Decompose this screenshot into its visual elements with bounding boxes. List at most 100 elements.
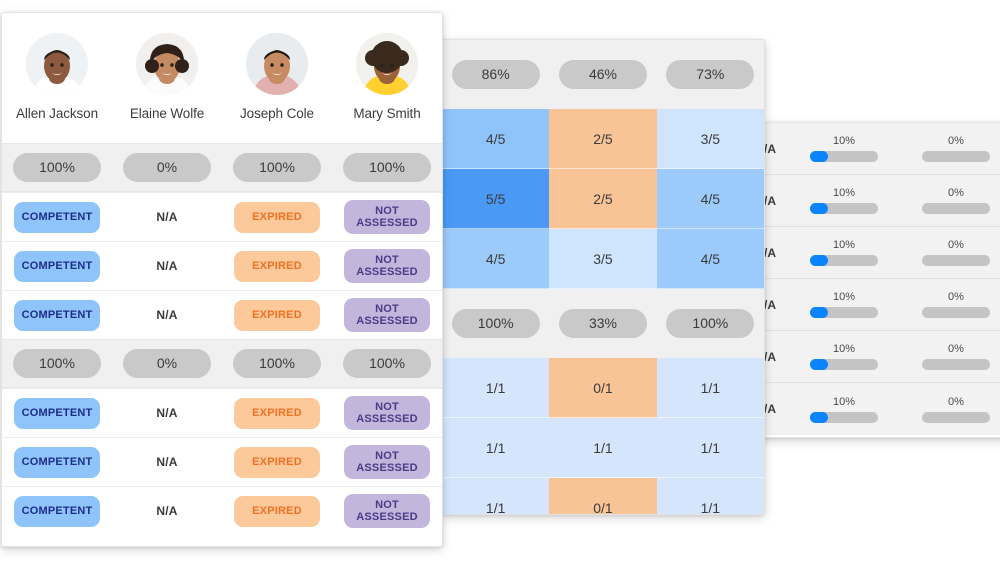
heatmap-score-row: 4/5 2/5 3/5 xyxy=(442,109,764,169)
not-assessed-badge[interactable]: NOT ASSESSED xyxy=(344,494,430,528)
heatmap-score-cell[interactable]: 1/1 xyxy=(442,418,550,478)
progress-bar-fill xyxy=(810,411,828,423)
progress-label: 10% xyxy=(832,239,856,251)
progress-row: /A 10% 0% xyxy=(762,279,1000,331)
avatar-photo-woman-2 xyxy=(356,33,418,95)
expired-badge[interactable]: EXPIRED xyxy=(234,495,320,527)
na-label: N/A xyxy=(156,308,178,322)
progress-row: /A 10% 0% xyxy=(762,383,1000,435)
progress-label: 0% xyxy=(948,395,964,408)
heatmap-score-cell[interactable]: 0/1 xyxy=(549,478,657,514)
na-label: /A xyxy=(764,245,776,260)
person-name: Joseph Cole xyxy=(240,106,314,121)
heatmap-score-cell[interactable]: 0/1 xyxy=(549,358,657,418)
heatmap-score-cell[interactable]: 4/5 xyxy=(442,109,550,169)
heatmap-score-cell[interactable]: 5/5 xyxy=(442,169,550,229)
competent-badge[interactable]: COMPETENT xyxy=(14,446,100,478)
percent-badge: 46% xyxy=(558,60,647,89)
person-card[interactable]: Mary Smith xyxy=(332,33,442,121)
not-assessed-badge[interactable]: NOT ASSESSED xyxy=(344,298,430,332)
competent-badge[interactable]: COMPETENT xyxy=(14,201,100,233)
status-cell: 100% xyxy=(222,153,332,182)
person-card[interactable]: Joseph Cole xyxy=(222,33,332,121)
status-cell: NOT ASSESSED xyxy=(332,494,442,528)
heatmap-score-cell[interactable]: 3/5 xyxy=(656,109,764,169)
expired-badge[interactable]: EXPIRED xyxy=(234,397,320,429)
heatmap-score-cell[interactable]: 4/5 xyxy=(442,229,550,289)
progress-bar[interactable] xyxy=(922,255,990,266)
progress-bar[interactable] xyxy=(922,151,990,162)
heatmap-score-cell[interactable]: 1/1 xyxy=(656,478,764,514)
progress-label: 0% xyxy=(948,239,964,251)
progress-bar-fill xyxy=(810,307,828,318)
person-card[interactable]: Elaine Wolfe xyxy=(112,33,222,121)
heatmap-score-cell[interactable]: 1/1 xyxy=(442,478,550,514)
status-row: COMPETENT N/A EXPIRED NOT ASSESSED xyxy=(2,241,442,290)
competent-badge[interactable]: COMPETENT xyxy=(14,299,100,331)
progress-row: /A 10% 0% xyxy=(762,123,1000,175)
heatmap-score-cell[interactable]: 1/1 xyxy=(656,418,764,478)
progress-bar[interactable] xyxy=(810,151,878,162)
competent-badge[interactable]: COMPETENT xyxy=(14,250,100,282)
competent-badge[interactable]: COMPETENT xyxy=(14,397,100,429)
expired-badge[interactable]: EXPIRED xyxy=(234,446,320,478)
progress-bar[interactable] xyxy=(810,411,878,423)
progress-label: 0% xyxy=(948,343,964,355)
status-cell: 100% xyxy=(2,153,112,182)
avatar-photo-woman-1 xyxy=(136,33,198,95)
progress-bar[interactable] xyxy=(810,203,878,214)
status-cell: NOT ASSESSED xyxy=(332,396,442,430)
heatmap-percent-cell: 86% xyxy=(442,60,549,89)
na-label: N/A xyxy=(156,504,178,518)
person-name: Allen Jackson xyxy=(16,106,98,121)
not-assessed-badge[interactable]: NOT ASSESSED xyxy=(344,445,430,479)
progress-bar[interactable] xyxy=(810,359,878,370)
heatmap-score-cell[interactable]: 1/1 xyxy=(549,418,657,478)
progress-cell: 10% xyxy=(788,396,900,423)
person-card[interactable]: Allen Jackson xyxy=(2,33,112,121)
percent-badge: 100% xyxy=(343,153,431,182)
progress-bar[interactable] xyxy=(922,411,990,423)
progress-cell: 0% xyxy=(900,396,1000,423)
expired-badge[interactable]: EXPIRED xyxy=(234,299,320,331)
progress-label: 0% xyxy=(948,135,964,147)
heatmap-score-cell[interactable]: 4/5 xyxy=(656,229,764,289)
heatmap-score-cell[interactable]: 1/1 xyxy=(442,358,550,418)
person-name: Mary Smith xyxy=(353,106,421,121)
not-assessed-badge[interactable]: NOT ASSESSED xyxy=(344,200,430,234)
progress-row: /A 10% 0% xyxy=(762,227,1000,279)
status-cell: 100% xyxy=(222,349,332,378)
progress-label: 10% xyxy=(832,135,856,147)
progress-bar[interactable] xyxy=(922,203,990,214)
progress-bar[interactable] xyxy=(922,307,990,318)
not-assessed-badge[interactable]: NOT ASSESSED xyxy=(344,249,430,283)
heatmap-score-row: 5/5 2/5 4/5 xyxy=(442,169,764,229)
status-cell: EXPIRED xyxy=(222,250,332,282)
na-label: /A xyxy=(764,297,776,312)
percent-badge: 100% xyxy=(233,349,321,378)
progress-label: 0% xyxy=(948,291,964,303)
progress-bar[interactable] xyxy=(922,359,990,370)
expired-badge[interactable]: EXPIRED xyxy=(234,201,320,233)
heatmap-score-cell[interactable]: 2/5 xyxy=(549,169,657,229)
heatmap-score-cell[interactable]: 3/5 xyxy=(549,229,657,289)
progress-cell: 0% xyxy=(900,343,1000,370)
heatmap-percent-cell: 100% xyxy=(442,309,549,338)
progress-bar[interactable] xyxy=(810,255,878,266)
progress-bar-fill xyxy=(810,255,828,266)
progress-cell: 0% xyxy=(900,291,1000,318)
competent-badge[interactable]: COMPETENT xyxy=(14,495,100,527)
progress-cell: 0% xyxy=(900,187,1000,214)
expired-badge[interactable]: EXPIRED xyxy=(234,250,320,282)
heatmap-score-cell[interactable]: 4/5 xyxy=(656,169,764,229)
status-cell: COMPETENT xyxy=(2,299,112,331)
heatmap-score-cell[interactable]: 2/5 xyxy=(549,109,657,169)
avatar-photo-man-1 xyxy=(26,33,88,95)
status-cell: COMPETENT xyxy=(2,250,112,282)
progress-bar[interactable] xyxy=(810,307,878,318)
percent-row: 100% 0% 100% 100% xyxy=(2,339,442,388)
heatmap-score-cell[interactable]: 1/1 xyxy=(656,358,764,418)
not-assessed-badge[interactable]: NOT ASSESSED xyxy=(344,396,430,430)
progress-panel: /A 10% 0% /A 10% 0% /A 10% 0% /A 10% 0% /A 10% 0% /A 10%… xyxy=(761,122,1000,438)
progress-bar-fill xyxy=(810,359,828,370)
